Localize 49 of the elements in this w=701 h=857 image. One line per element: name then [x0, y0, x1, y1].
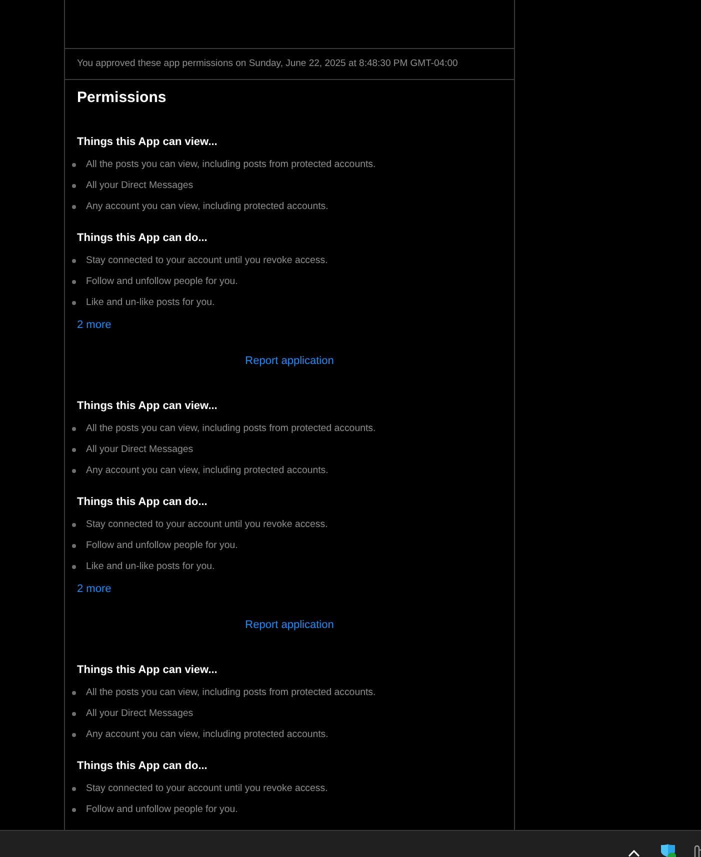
- bullet-icon: [72, 732, 76, 736]
- report-link[interactable]: Report application: [245, 353, 334, 369]
- section-heading: Things this App can view...: [77, 663, 218, 678]
- permission-item: Any account you can view, including protected accounts.: [86, 728, 328, 742]
- shield-icon[interactable]: [660, 844, 676, 857]
- permission-item: All the posts you can view, including posts from protected accounts.: [86, 158, 376, 172]
- permission-item: Stay connected to your account until you revoke access.: [86, 782, 328, 796]
- bullet-icon: [72, 712, 76, 716]
- permission-item: Follow and unfollow people for you.: [86, 274, 238, 288]
- report-link[interactable]: Report application: [245, 617, 334, 633]
- section-heading: Things this App can view...: [77, 399, 218, 414]
- permission-item: Any account you can view, including protected accounts.: [86, 464, 328, 478]
- chevron-up-icon[interactable]: [628, 849, 640, 857]
- permission-item: Any account you can view, including protected accounts.: [86, 200, 328, 214]
- bullet-icon: [72, 300, 76, 304]
- section-heading: Things this App can view...: [77, 135, 218, 150]
- bullet-icon: [72, 448, 76, 452]
- permission-item: All your Direct Messages: [86, 178, 194, 192]
- bullet-icon: [72, 522, 76, 526]
- bullet-icon: [72, 544, 76, 548]
- permission-item: Like and un-like posts for you.: [86, 296, 215, 310]
- bullet-icon: [72, 426, 76, 430]
- permissions-title: Permissions: [77, 88, 166, 108]
- bullet-icon: [72, 690, 76, 694]
- permission-item: Stay connected to your account until you revoke access.: [86, 254, 328, 268]
- permission-item: All the posts you can view, including posts from protected accounts.: [86, 686, 376, 700]
- bullet-icon: [72, 280, 76, 284]
- bullet-icon: [72, 564, 76, 568]
- permission-item: Stay connected to your account until you revoke access.: [86, 518, 328, 532]
- more-link[interactable]: 2 more: [77, 317, 112, 333]
- permission-item: Follow and unfollow people for you.: [86, 802, 238, 816]
- permission-item: All the posts you can view, including posts from protected accounts.: [86, 422, 376, 436]
- bullet-icon: [72, 468, 76, 472]
- bullet-icon: [72, 184, 76, 188]
- approval-note: You approved these app permissions on Sunday, June 22, 2025 at 8:48:30 PM GMT-04:00: [77, 57, 458, 71]
- bullet-icon: [72, 808, 76, 812]
- more-link[interactable]: 2 more: [77, 581, 112, 597]
- permission-item: All your Direct Messages: [86, 706, 194, 720]
- bullet-icon: [72, 258, 76, 262]
- permission-item: Like and un-like posts for you.: [86, 560, 215, 574]
- tray-icon[interactable]: [692, 843, 701, 857]
- bullet-icon: [72, 786, 76, 790]
- bullet-icon: [72, 204, 76, 208]
- permission-item: All your Direct Messages: [86, 442, 194, 456]
- section-heading: Things this App can do...: [77, 231, 208, 246]
- section-heading: Things this App can do...: [77, 759, 208, 774]
- section-heading: Things this App can do...: [77, 495, 208, 510]
- bullet-icon: [72, 162, 76, 166]
- permission-item: Follow and unfollow people for you.: [86, 538, 238, 552]
